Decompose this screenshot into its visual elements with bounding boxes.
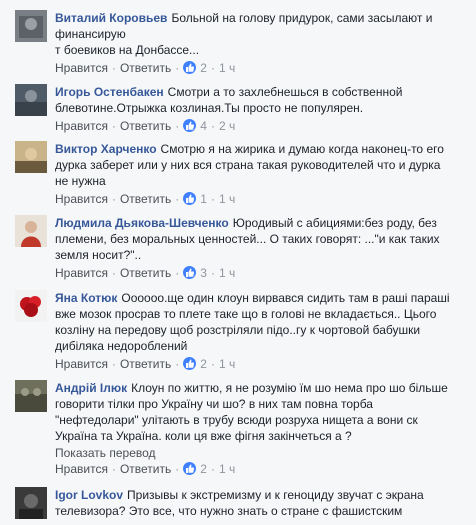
comment-text: "нефтедолари" улітають в трубу всюди роз…	[55, 413, 418, 427]
reply-link[interactable]: Ответить	[120, 357, 171, 371]
comment-text: козліну на передову щоб розстріляли підо…	[55, 323, 421, 337]
comment-text: блевотине.Отрыжка козлиная.Ты просто не …	[55, 101, 364, 115]
like-link[interactable]: Нравится	[55, 357, 108, 371]
avatar[interactable]	[15, 380, 47, 412]
comment-text: дибіляка недороблений	[55, 339, 188, 353]
thumbs-up-icon[interactable]	[183, 266, 197, 279]
comment-actions: Нравится · Ответить · 4 · 2 ч	[55, 119, 236, 133]
comment-actions: Нравится · Ответить · 2 · 1 ч	[55, 462, 236, 476]
comment-text: дурка заберет или у них вся страна такая…	[55, 158, 441, 172]
avatar[interactable]	[15, 10, 47, 42]
comment-author[interactable]: Виталий Коровьев	[55, 11, 167, 25]
comment-text: Україна та Україна. коли ця вже фігня за…	[55, 429, 352, 443]
comment-text: Клоун по життю, я не розумію їм шо нема …	[131, 381, 448, 395]
comment-time[interactable]: 2 ч	[219, 119, 235, 133]
like-count[interactable]: 2	[200, 61, 207, 75]
comment-text: не нужна	[55, 174, 106, 188]
comment-body: Андрій Ілюк Клоун по життю, я не розумію …	[55, 380, 467, 444]
comment-time[interactable]: 1 ч	[219, 266, 235, 280]
comment-actions: Нравится · Ответить · 1 · 1 ч	[55, 192, 236, 206]
comment-text: племени, без моральных ценностей... О та…	[55, 232, 440, 246]
thumbs-up-icon[interactable]	[183, 192, 197, 205]
comment-time[interactable]: 1 ч	[219, 61, 235, 75]
avatar[interactable]	[15, 215, 47, 247]
reply-link[interactable]: Ответить	[120, 462, 171, 476]
comment-body: Яна Котюк Оооооо.ще один клоун вирвався с…	[55, 290, 467, 354]
avatar[interactable]	[15, 487, 47, 519]
thumbs-up-icon[interactable]	[183, 462, 197, 475]
comment-text: т боевиков на Донбассе...	[55, 43, 200, 57]
thumbs-up-icon[interactable]	[183, 357, 197, 370]
comment-text: Призывы к экстремизму и к геноциду звуча…	[127, 488, 424, 502]
comment-actions: Нравится · Ответить · 3 · 1 ч	[55, 266, 236, 280]
comment-author[interactable]: Яна Котюк	[55, 291, 117, 305]
comment-text: телевизора? Это все, что нужно знать о с…	[55, 504, 403, 518]
comment-body: Игорь Остенбакен Смотри а то захлебнешься…	[55, 84, 467, 116]
avatar[interactable]	[15, 290, 47, 322]
comment-text: финансирую	[55, 27, 126, 41]
comment-author[interactable]: Виктор Харченко	[55, 142, 157, 156]
comment-body: Виктор Харченко Смотрю я на жирика и дума…	[55, 141, 467, 189]
comment-text: земля носит?"..	[55, 248, 142, 262]
comment-actions: Нравится · Ответить · 2 · 1 ч	[55, 357, 236, 371]
reply-link[interactable]: Ответить	[120, 266, 171, 280]
like-link[interactable]: Нравится	[55, 266, 108, 280]
reply-link[interactable]: Ответить	[120, 119, 171, 133]
like-count[interactable]: 2	[200, 357, 207, 371]
comment-time[interactable]: 1 ч	[219, 192, 235, 206]
like-link[interactable]: Нравится	[55, 462, 108, 476]
like-count[interactable]: 1	[200, 192, 207, 206]
comment-text: Смотрю я на жирика и думаю когда наконец…	[160, 142, 444, 156]
reply-link[interactable]: Ответить	[120, 192, 171, 206]
like-link[interactable]: Нравится	[55, 119, 108, 133]
like-count[interactable]: 2	[200, 462, 207, 476]
like-link[interactable]: Нравится	[55, 61, 108, 75]
comment-text: Оооооо.ще один клоун вирвався сидить там…	[121, 291, 450, 305]
like-count[interactable]: 3	[200, 266, 207, 280]
comment-time[interactable]: 1 ч	[219, 357, 235, 371]
comment-body: Виталий Коровьев Больной на голову придур…	[55, 10, 467, 58]
comment-text: говорити тілки про Україну чи шо? в них …	[55, 397, 373, 411]
comment-text: Юродивый с абициями:без роду, без	[232, 216, 437, 230]
thumbs-up-icon[interactable]	[183, 119, 197, 132]
comment-body: Людмила Дьякова-Шевченко Юродивый с абици…	[55, 215, 467, 263]
thumbs-up-icon[interactable]	[183, 61, 197, 74]
comment-author[interactable]: Игорь Остенбакен	[55, 85, 164, 99]
reply-link[interactable]: Ответить	[120, 61, 171, 75]
comment-text: Больной на голову придурок, сами засылаю…	[171, 11, 433, 25]
comment-author[interactable]: Андрій Ілюк	[55, 381, 127, 395]
comment-text: Смотри а то захлебнешься в собственной	[167, 85, 403, 99]
avatar[interactable]	[15, 84, 47, 116]
comment-author[interactable]: Людмила Дьякова-Шевченко	[55, 216, 229, 230]
comment-actions: Нравится · Ответить · 2 · 1 ч	[55, 61, 236, 75]
like-count[interactable]: 4	[200, 119, 207, 133]
like-link[interactable]: Нравится	[55, 192, 108, 206]
comment-author[interactable]: Igor Lovkov	[55, 488, 123, 502]
comment-time[interactable]: 1 ч	[219, 462, 235, 476]
comment-body: Igor Lovkov Призывы к экстремизму и к ген…	[55, 487, 467, 519]
comment-text: вже мозок просрав то плете таке що в гол…	[55, 307, 437, 321]
show-translation-link[interactable]: Показать перевод	[55, 445, 156, 461]
avatar[interactable]	[15, 141, 47, 173]
